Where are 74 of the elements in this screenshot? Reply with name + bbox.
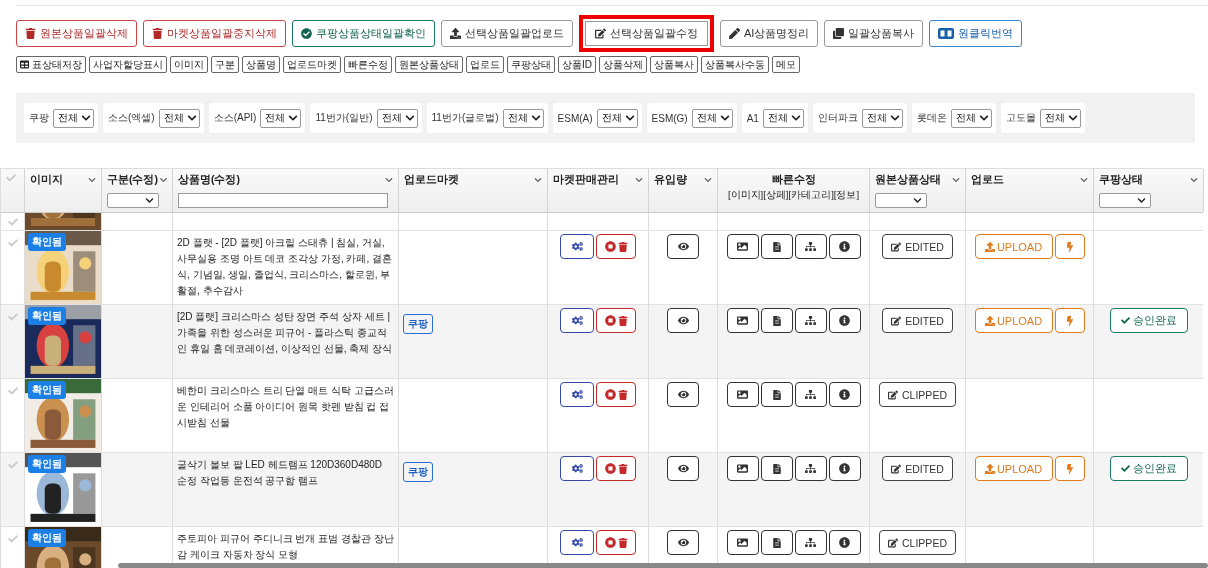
filter-label: A1: [746, 112, 759, 124]
column-toggle[interactable]: 메모: [772, 56, 800, 73]
column-header: 빠른수정: [771, 173, 816, 187]
column-toggle[interactable]: 빠른수정: [344, 56, 392, 73]
column-toggle[interactable]: 상품ID: [558, 56, 596, 73]
filter-label: ESM(G): [651, 112, 688, 124]
column-toggle[interactable]: 이미지: [170, 56, 208, 73]
column-toggle[interactable]: 업로드마켓: [283, 56, 341, 73]
product-name: [2D 플랫] 크리스마스 성탄 장면 주석 상자 세트 | 가족을 위한 성스러운 피규어 - 플라스틱 종교적인 휴일 홈 데코레이션, 이상적인 선물, 축제 장식: [177, 310, 393, 356]
product-name: 주토피아 피규어 주디니크 번개 표범 경찰관 장난감 케이크 자동차 장식 모형: [177, 532, 394, 562]
filter-select[interactable]: 전체: [502, 108, 544, 128]
filter-select[interactable]: 전체: [53, 108, 94, 128]
toolbar-button[interactable]: 마켓상품일괄중지삭제: [143, 20, 286, 47]
filter-label: 쿠팡: [29, 111, 49, 125]
filter-select[interactable]: 전체: [260, 108, 302, 128]
product-status: CLIPPED: [879, 382, 956, 407]
column-toggle[interactable]: 원본상품상태: [395, 56, 463, 73]
filter-label: 11번가(글로벌): [431, 111, 499, 125]
filter-label: 롯데온: [916, 111, 947, 125]
column-toggle[interactable]: 상품복사: [650, 56, 698, 73]
save-state-button[interactable]: 표상태저장: [16, 56, 86, 73]
toolbar-button[interactable]: 일괄상품복사: [824, 20, 924, 47]
column-header: 구분(수정): [107, 173, 158, 187]
product-name: 굴삭기 볼보 팔 LED 헤드램프 120D360D480D 순정 작업등 운전석 공구함 램프: [177, 458, 384, 488]
filter-label: ESM(A): [557, 112, 593, 124]
approval-button[interactable]: 승인완료: [1109, 308, 1188, 333]
toolbar-button[interactable]: 선택상품일괄수정: [579, 15, 714, 52]
filter-label: 고도몰: [1005, 111, 1036, 125]
product-name: 2D 플랫 - [2D 플랫] 아크릴 스태츄 | 침실, 거실, 사무실용 조명 아트 데코 조각상 가정, 카페, 결혼식, 기념일, 생일, 졸업식, 크리스마스, 할로윈, 부활절, 추수감사: [177, 236, 393, 298]
column-header: 쿠팡상태: [1099, 173, 1143, 187]
verified-badge: 확인됨: [28, 233, 66, 251]
column-header: 이미지: [30, 173, 63, 187]
column-header: 업로드마켓: [404, 173, 459, 187]
toolbar-button[interactable]: 원클릭번역: [929, 20, 1023, 47]
column-toggle[interactable]: 구분: [211, 56, 239, 73]
column-toggle[interactable]: 쿠팡상태: [507, 56, 555, 73]
filter-select[interactable]: 전체: [1039, 108, 1081, 128]
toolbar-button[interactable]: 쿠팡상품상태일괄확인: [292, 20, 435, 47]
column-header: 유입량: [654, 173, 687, 187]
verified-badge: 확인됨: [28, 529, 66, 547]
market-tag: 쿠팡: [403, 314, 433, 334]
column-toggle[interactable]: 상품명: [242, 56, 280, 73]
column-toggle[interactable]: 상품복사수동: [701, 56, 769, 73]
filter-select[interactable]: 전체: [376, 108, 418, 128]
column-header: 마켓판매관리: [553, 173, 619, 187]
column-header: 상품명(수정): [178, 173, 240, 187]
toolbar-button[interactable]: 선택상품일괄업로드: [441, 20, 573, 47]
approval-button[interactable]: 승인완료: [1109, 456, 1188, 481]
column-toggle[interactable]: 업로드: [466, 56, 504, 73]
product-status: EDITED: [882, 308, 953, 333]
filter-label: 11번가(일반): [315, 111, 373, 125]
product-status: EDITED: [882, 456, 953, 481]
column-header: 업로드: [971, 173, 1004, 187]
toolbar-button[interactable]: 원본상품일괄삭제: [16, 20, 137, 47]
column-header: 원본상품상태: [875, 173, 941, 187]
filter-select[interactable]: 전체: [691, 108, 733, 128]
filter-select[interactable]: 전체: [158, 108, 200, 128]
verified-badge: 확인됨: [28, 381, 66, 399]
filter-label: 인터파크: [817, 111, 858, 125]
market-tag: 쿠팡: [403, 462, 433, 482]
product-status: EDITED: [882, 234, 953, 259]
product-status: CLIPPED: [879, 530, 956, 555]
filter-select[interactable]: 전체: [950, 108, 992, 128]
filter-select[interactable]: 전체: [861, 108, 903, 128]
column-toggle[interactable]: 상품삭제: [599, 56, 647, 73]
filter-label: 소스(엑셀): [108, 111, 155, 125]
column-toggle[interactable]: 사업자할당표시: [89, 56, 167, 73]
filter-select[interactable]: 전체: [596, 108, 638, 128]
column-subheader: [이미지][상페][카테고리][정보]: [727, 189, 860, 202]
filter-select[interactable]: 전체: [762, 108, 804, 128]
product-name: 베한미 크리스마스 트리 단열 매트 식탁 고급스러운 인테리어 소품 아이디어 원목 핫펜 받침 컵 접시받침 선물: [177, 384, 394, 430]
toolbar-button[interactable]: AI상품명정리: [720, 20, 819, 47]
filter-label: 소스(API): [213, 111, 257, 125]
verified-badge: 확인됨: [28, 307, 66, 325]
